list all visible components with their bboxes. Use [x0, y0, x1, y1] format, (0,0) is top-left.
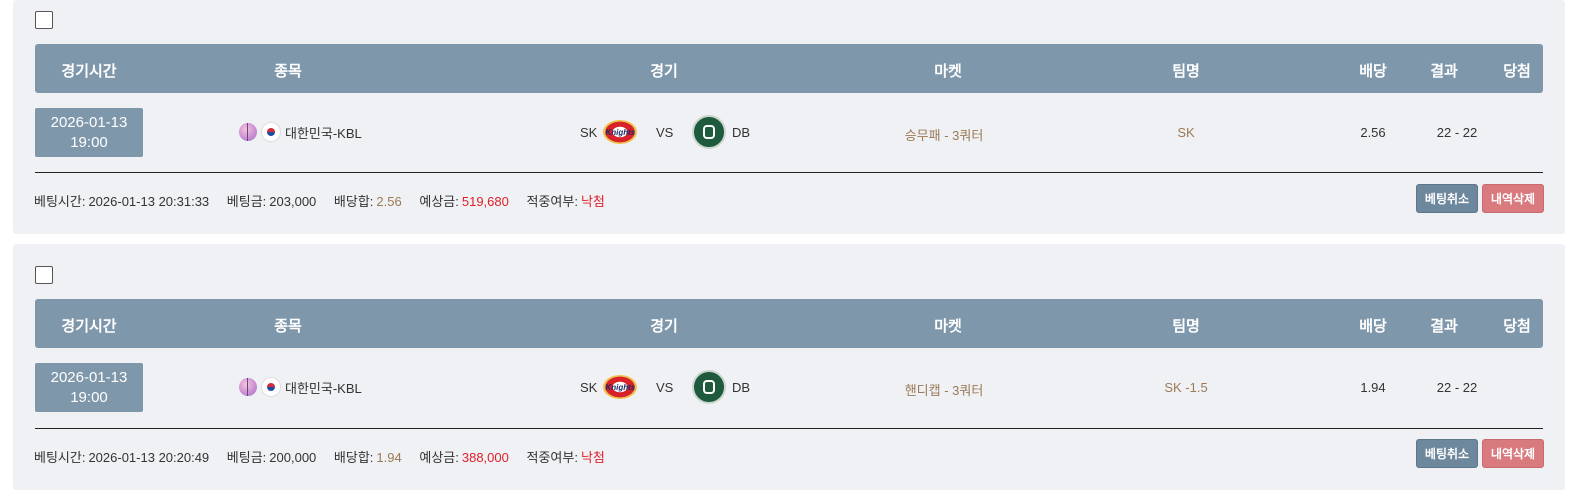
- delete-history-button[interactable]: 내역삭제: [1482, 184, 1544, 213]
- league-name: 대한민국-KBL: [285, 125, 362, 141]
- hit-label: 적중여부:: [526, 194, 578, 209]
- bet-info-line: 베팅시간: 2026-01-13 20:31:33 베팅금: 203,000 배당합…: [34, 191, 605, 210]
- game-result: 22 - 22: [1436, 125, 1478, 140]
- hit-label: 적중여부:: [526, 450, 578, 465]
- basketball-icon: [239, 123, 257, 141]
- bet-amount-label: 베팅금:: [226, 450, 267, 465]
- market-name: 핸디캡 - 3쿼터: [904, 383, 984, 398]
- home-team-name: SK: [580, 379, 598, 395]
- basketball-icon: [239, 378, 257, 396]
- header-time: 경기시간: [61, 318, 117, 335]
- header-team: 팀명: [1172, 63, 1200, 80]
- expected-value: 519,680: [461, 194, 509, 209]
- odds-sum-value: 1.94: [376, 450, 402, 465]
- game-time-box: 2026-01-13 19:00: [35, 108, 143, 157]
- row-divider: [35, 172, 1543, 173]
- league-name: 대한민국-KBL: [285, 380, 362, 396]
- header-win: 당첨: [1503, 318, 1531, 335]
- sport-cell: 대한민국-KBL: [239, 122, 362, 142]
- bet-row: 2026-01-13 19:00 대한민국-KBL SK Knights VS …: [35, 360, 1543, 420]
- sport-cell: 대한민국-KBL: [239, 377, 362, 397]
- expected-label: 예상금:: [419, 194, 459, 209]
- header-game: 경기: [650, 318, 678, 335]
- game-date: 2026-01-13: [50, 369, 128, 386]
- bet-time-label: 베팅시간:: [34, 194, 86, 209]
- market-name: 승무패 - 3쿼터: [904, 128, 984, 143]
- cancel-bet-button[interactable]: 베팅취소: [1416, 184, 1478, 213]
- bet-time-value: 2026-01-13 20:31:33: [88, 194, 210, 209]
- away-team-name: DB: [732, 379, 751, 395]
- odds-sum-label: 배당합:: [333, 450, 374, 465]
- odds-sum-label: 배당합:: [333, 194, 374, 209]
- header-result: 결과: [1430, 63, 1458, 80]
- bet-amount-label: 베팅금:: [226, 194, 267, 209]
- bet-time-value: 2026-01-13 20:20:49: [88, 450, 210, 465]
- hit-status: 낙첨: [580, 194, 605, 209]
- header-win: 당첨: [1503, 63, 1531, 80]
- bet-amount-value: 203,000: [269, 194, 317, 209]
- korea-flag-icon: [261, 377, 281, 397]
- delete-history-button[interactable]: 내역삭제: [1482, 439, 1544, 468]
- bet-select-checkbox[interactable]: [35, 11, 53, 29]
- header-market: 마켓: [934, 63, 962, 80]
- picked-team: SK: [1177, 125, 1195, 140]
- header-game: 경기: [650, 63, 678, 80]
- versus-label: VS: [656, 125, 674, 140]
- bet-card: 경기시간 종목 경기 마켓 팀명 배당 결과 당첨 2026-01-13 19:…: [13, 0, 1565, 234]
- away-team: DB: [692, 370, 750, 404]
- picked-team: SK -1.5: [1164, 380, 1208, 395]
- hit-status: 낙첨: [580, 450, 605, 465]
- bet-info-line: 베팅시간: 2026-01-13 20:20:49 베팅금: 200,000 배당합…: [34, 447, 605, 466]
- away-team: DB: [692, 115, 750, 149]
- bet-row: 2026-01-13 19:00 대한민국-KBL SK Knights VS …: [35, 105, 1543, 165]
- home-team-name: SK: [580, 124, 598, 140]
- odds-value: 2.56: [1360, 125, 1386, 140]
- away-team-name: DB: [732, 124, 751, 140]
- header-result: 결과: [1430, 318, 1458, 335]
- game-time: 19:00: [70, 389, 108, 406]
- game-result: 22 - 22: [1436, 380, 1478, 395]
- header-odds: 배당: [1359, 63, 1387, 80]
- sk-knights-logo-icon: Knights: [603, 120, 638, 144]
- cancel-bet-button[interactable]: 베팅취소: [1416, 439, 1478, 468]
- korea-flag-icon: [261, 122, 281, 142]
- bet-card: 경기시간 종목 경기 마켓 팀명 배당 결과 당첨 2026-01-13 19:…: [13, 244, 1565, 490]
- header-team: 팀명: [1172, 318, 1200, 335]
- bet-table-header: 경기시간 종목 경기 마켓 팀명 배당 결과 당첨: [35, 299, 1543, 348]
- home-team: SK Knights: [580, 120, 638, 144]
- game-time-box: 2026-01-13 19:00: [35, 363, 143, 412]
- odds-sum-value: 2.56: [376, 194, 402, 209]
- game-date: 2026-01-13: [50, 114, 128, 131]
- db-promy-logo-icon: [692, 370, 726, 404]
- bet-table-header: 경기시간 종목 경기 마켓 팀명 배당 결과 당첨: [35, 44, 1543, 93]
- header-sport: 종목: [274, 318, 302, 335]
- bet-select-checkbox[interactable]: [35, 266, 53, 284]
- header-odds: 배당: [1359, 318, 1387, 335]
- bet-amount-value: 200,000: [269, 450, 317, 465]
- expected-value: 388,000: [461, 450, 509, 465]
- header-market: 마켓: [934, 318, 962, 335]
- versus-label: VS: [656, 380, 674, 395]
- game-time: 19:00: [70, 134, 108, 151]
- bet-time-label: 베팅시간:: [34, 450, 86, 465]
- db-promy-logo-icon: [692, 115, 726, 149]
- header-time: 경기시간: [61, 63, 117, 80]
- expected-label: 예상금:: [419, 450, 459, 465]
- sk-knights-logo-icon: Knights: [603, 375, 638, 399]
- odds-value: 1.94: [1360, 380, 1386, 395]
- row-divider: [35, 428, 1543, 429]
- home-team: SK Knights: [580, 375, 638, 399]
- header-sport: 종목: [274, 63, 302, 80]
